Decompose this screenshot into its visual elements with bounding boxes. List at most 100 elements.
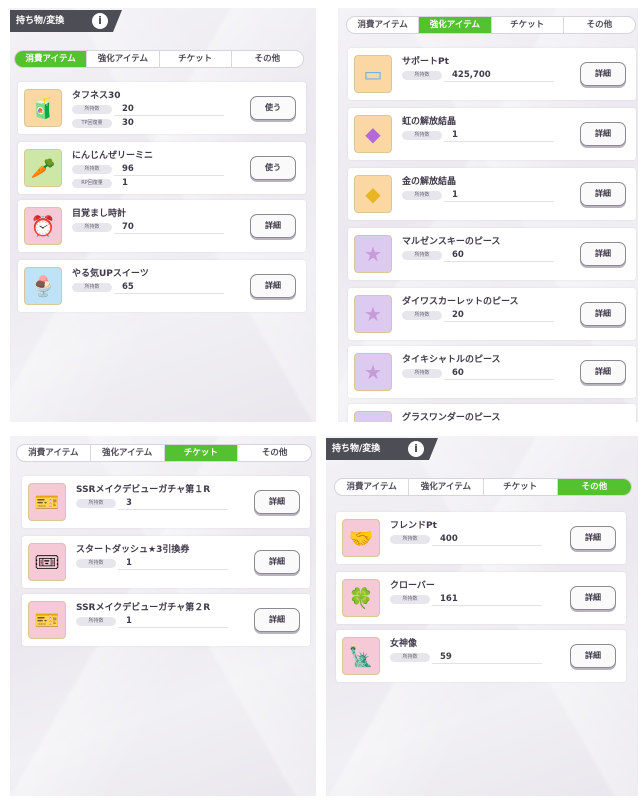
divider <box>444 261 554 262</box>
detail-button[interactable]: 詳細 <box>254 490 300 514</box>
gold-crystal-icon: ◆ <box>354 175 392 213</box>
item-row-daiwa-piece: ★ ダイワスカーレットのピース 所持数 20 詳細 <box>348 288 636 340</box>
tab-other[interactable]: その他 <box>238 445 311 461</box>
owned-value: 1 <box>452 190 458 200</box>
item-row-ssr-ticket-2: 🎫 SSRメイクデビューガチャ第２R 所持数 1 詳細 <box>22 594 310 646</box>
detail-button[interactable]: 詳細 <box>570 586 616 610</box>
detail-button[interactable]: 詳細 <box>250 274 296 298</box>
owned-stat: 所持数 20 <box>402 310 464 320</box>
detail-button[interactable]: 詳細 <box>580 182 626 206</box>
item-name: SSRメイクデビューガチャ第１R <box>76 485 211 495</box>
owned-label: 所持数 <box>72 222 112 232</box>
detail-button[interactable]: 詳細 <box>580 122 626 146</box>
owned-value: 1 <box>452 130 458 140</box>
owned-value: 59 <box>440 652 452 662</box>
owned-stat: 所持数 1 <box>402 190 458 200</box>
detail-button[interactable]: 詳細 <box>254 608 300 632</box>
divider <box>444 201 554 202</box>
detail-button[interactable]: 詳細 <box>570 644 616 668</box>
detail-button[interactable]: 詳細 <box>570 526 616 550</box>
detail-button[interactable]: 詳細 <box>254 550 300 574</box>
character-piece-icon: ★ <box>354 411 392 422</box>
tab-other[interactable]: その他 <box>564 17 635 33</box>
other-panel: 持ち物/変換 i 消費アイテム 強化アイテム チケット その他 🤝 フレンドPt… <box>326 436 638 796</box>
divider <box>444 81 554 82</box>
owned-label: 所持数 <box>402 310 442 320</box>
tab-bar: 消費アイテム 強化アイテム チケット その他 <box>346 16 636 34</box>
ssr-ticket-icon: 🎫 <box>28 601 66 639</box>
divider <box>114 175 224 176</box>
item-name: マルゼンスキーのピース <box>402 237 501 247</box>
item-row-rainbow-crystal: ◆ 虹の解放結晶 所持数 1 詳細 <box>348 108 636 160</box>
divider <box>444 379 554 380</box>
info-icon[interactable]: i <box>92 13 108 29</box>
owned-value: 60 <box>452 368 464 378</box>
detail-button[interactable]: 詳細 <box>580 360 626 384</box>
detail-button[interactable]: 詳細 <box>580 62 626 86</box>
character-piece-icon: ★ <box>354 353 392 391</box>
owned-stat: 所持数 1 <box>402 130 458 140</box>
item-name: やる気UPスイーツ <box>72 269 149 279</box>
tp-recover-label: TP回復量 <box>72 118 112 128</box>
use-button[interactable]: 使う <box>250 96 296 120</box>
recover-value: 30 <box>122 118 134 128</box>
tab-consumable[interactable]: 消費アイテム <box>17 445 91 461</box>
character-piece-icon: ★ <box>354 295 392 333</box>
item-row-support-pt: ▭ サポートPt 所持数 425,700 詳細 <box>348 48 636 100</box>
clover-icon: 🍀 <box>342 579 380 617</box>
owned-label: 所持数 <box>76 498 116 508</box>
tab-consumable[interactable]: 消費アイテム <box>347 17 420 33</box>
owned-label: 所持数 <box>402 70 442 80</box>
detail-button[interactable]: 詳細 <box>250 214 296 238</box>
info-icon[interactable]: i <box>408 441 424 457</box>
owned-value: 3 <box>126 498 132 508</box>
owned-label: 所持数 <box>72 164 112 174</box>
enhance-panel: 消費アイテム 強化アイテム チケット その他 ▭ サポートPt 所持数 425,… <box>338 8 638 422</box>
tab-enhance[interactable]: 強化アイテム <box>409 479 484 495</box>
owned-label: 所持数 <box>402 368 442 378</box>
owned-label: 所持数 <box>390 652 430 662</box>
item-name: 金の解放結晶 <box>402 177 457 187</box>
divider <box>118 569 228 570</box>
divider <box>114 115 224 116</box>
owned-value: 425,700 <box>452 70 491 80</box>
owned-stat: 所持数 161 <box>390 594 458 604</box>
owned-value: 70 <box>122 222 134 232</box>
item-row-sweets: 🍨 やる気UPスイーツ 所持数 65 詳細 <box>18 260 306 312</box>
item-name: 虹の解放結晶 <box>402 117 457 127</box>
owned-value: 20 <box>452 310 464 320</box>
use-button[interactable]: 使う <box>250 156 296 180</box>
tab-enhance[interactable]: 強化アイテム <box>87 51 160 67</box>
tab-other[interactable]: その他 <box>232 51 303 67</box>
item-row-carrot-jelly: 🥕 にんじんぜリーミニ 所持数 96 RP回復量 1 使う <box>18 142 306 194</box>
goddess-statue-icon: 🗽 <box>342 637 380 675</box>
tab-enhance[interactable]: 強化アイテム <box>91 445 165 461</box>
tab-other[interactable]: その他 <box>557 479 631 495</box>
tab-consumable[interactable]: 消費アイテム <box>335 479 410 495</box>
owned-stat: 所持数 70 <box>72 222 134 232</box>
item-row-goddess-statue: 🗽 女神像 所持数 59 詳細 <box>336 630 626 682</box>
item-name: グラスワンダーのピース <box>402 413 501 422</box>
owned-label: 所持数 <box>390 534 430 544</box>
detail-button[interactable]: 詳細 <box>580 242 626 266</box>
tab-consumable[interactable]: 消費アイテム <box>15 51 88 67</box>
tab-enhance[interactable]: 強化アイテム <box>419 17 492 33</box>
divider <box>118 509 228 510</box>
tab-ticket[interactable]: チケット <box>492 17 564 33</box>
item-name: サポートPt <box>402 57 449 67</box>
owned-value: 60 <box>452 250 464 260</box>
drink-icon: 🧃 <box>24 89 62 127</box>
divider <box>444 141 554 142</box>
divider <box>118 627 228 628</box>
tab-ticket[interactable]: チケット <box>484 479 558 495</box>
tab-ticket[interactable]: チケット <box>164 445 239 461</box>
recover-value: 1 <box>122 178 128 188</box>
tab-ticket[interactable]: チケット <box>160 51 232 67</box>
item-row-ssr-ticket-1: 🎫 SSRメイクデビューガチャ第１R 所持数 3 詳細 <box>22 476 310 528</box>
owned-stat: 所持数 96 <box>72 164 134 174</box>
item-row-clover: 🍀 クローバー 所持数 161 詳細 <box>336 572 626 624</box>
detail-button[interactable]: 詳細 <box>580 302 626 326</box>
owned-value: 65 <box>122 282 134 292</box>
owned-value: 1 <box>126 616 132 626</box>
owned-label: 所持数 <box>390 594 430 604</box>
